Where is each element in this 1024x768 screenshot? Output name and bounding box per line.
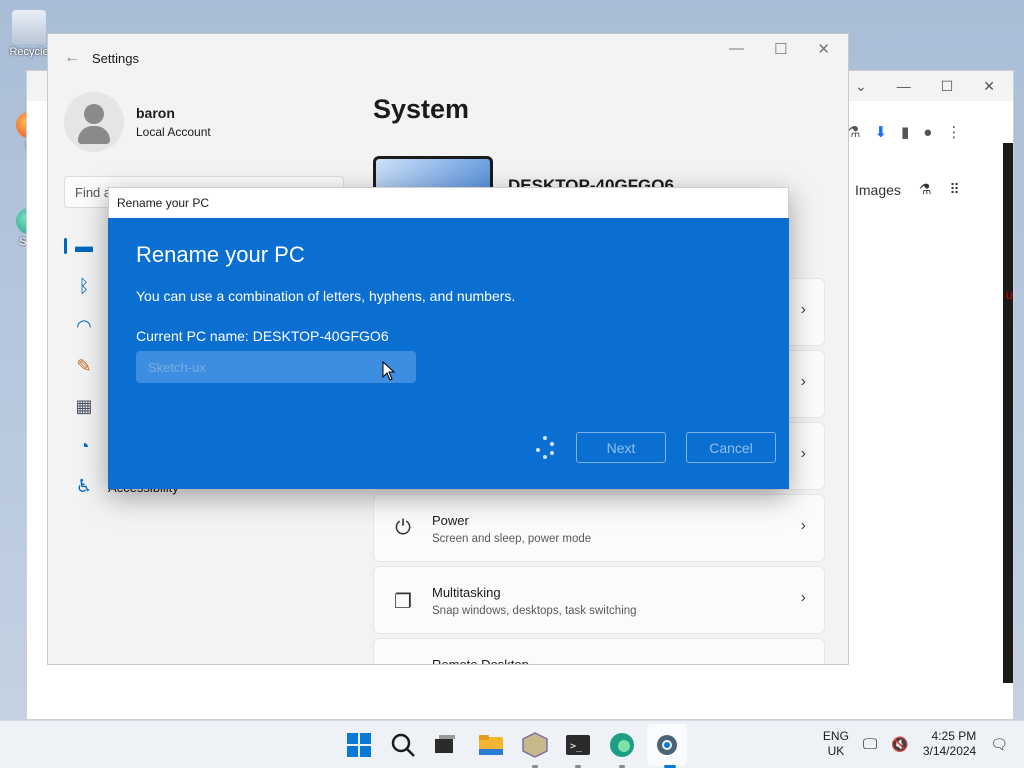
multitasking-icon: ❐: [394, 591, 412, 613]
file-explorer-icon[interactable]: [477, 731, 505, 759]
download-icon[interactable]: ⬇: [874, 123, 887, 141]
settings-card-remote-desktop[interactable]: ‹ Remote Desktop: [373, 638, 825, 665]
chevron-right-icon: ›: [800, 589, 806, 606]
settings-card-multitasking[interactable]: ❐ Multitasking Snap windows, desktops, t…: [373, 566, 825, 634]
card-title: Power: [432, 513, 469, 528]
card-subtitle: Screen and sleep, power mode: [432, 533, 592, 545]
language-indicator[interactable]: ENG UK: [823, 729, 849, 759]
remote-desktop-icon: ‹: [392, 657, 414, 664]
browser-red-fragment: u: [1005, 287, 1013, 302]
nav-selection-indicator: [64, 238, 67, 254]
close-icon[interactable]: ✕: [983, 78, 995, 95]
edge-browser-icon[interactable]: [608, 731, 636, 759]
system-tray: ENG UK 🖵 🔇 4:25 PM 3/14/2024 🗨: [823, 729, 1008, 759]
browser-toolbar: ⚗ ⬇ ▮ ● ⋮: [847, 123, 961, 142]
chevron-right-icon: ›: [800, 517, 806, 534]
browser-links: Images ⚗ ⠿: [855, 181, 960, 198]
apps-icon[interactable]: ▦: [72, 396, 96, 417]
chevron-down-icon[interactable]: ⌄: [855, 78, 867, 95]
back-arrow-icon[interactable]: ←: [64, 49, 92, 67]
chevron-right-icon: ›: [800, 445, 806, 462]
labs-icon[interactable]: ⚗: [919, 181, 932, 198]
power-icon: ⏻: [395, 517, 411, 539]
accessibility-icon[interactable]: ♿: [72, 476, 96, 497]
page-title: System: [373, 94, 470, 124]
maximize-icon[interactable]: ☐: [941, 78, 954, 95]
clock[interactable]: 4:25 PM 3/14/2024: [923, 729, 976, 759]
card-title: Remote Desktop: [432, 657, 529, 665]
settings-window-controls: — ☐ ✕: [729, 40, 830, 58]
minimize-icon[interactable]: —: [897, 78, 911, 94]
close-icon[interactable]: ✕: [817, 40, 830, 58]
new-pc-name-input[interactable]: [136, 351, 416, 383]
current-pc-name: Current PC name: DESKTOP-40GFGO6: [136, 328, 389, 344]
dialog-heading: Rename your PC: [136, 242, 305, 267]
avatar: [64, 92, 124, 152]
desktop-icon-label: Recycle: [9, 46, 49, 58]
apps-grid-icon[interactable]: ⠿: [949, 181, 959, 198]
next-button[interactable]: Next: [576, 432, 666, 463]
clock-date: 3/14/2024: [922, 744, 977, 758]
svg-text:>_: >_: [570, 741, 583, 752]
sidebar-icon[interactable]: ▮: [901, 123, 909, 141]
taskbar: >_ ENG UK 🖵 🔇 4:25 PM 3/14/2024 🗨: [0, 720, 1024, 768]
personalization-brush-icon[interactable]: ✎: [72, 356, 96, 377]
virtualbox-icon[interactable]: [521, 731, 549, 759]
maximize-icon[interactable]: ☐: [774, 40, 787, 58]
notifications-icon[interactable]: 🗨: [990, 736, 1008, 753]
cancel-button[interactable]: Cancel: [686, 432, 776, 463]
wifi-icon[interactable]: ◠: [72, 316, 96, 337]
task-view-icon[interactable]: [431, 731, 459, 759]
settings-gear-icon[interactable]: [653, 731, 681, 759]
dialog-titlebar: Rename your PC: [108, 187, 789, 218]
settings-card-power[interactable]: ⏻ Power Screen and sleep, power mode ›: [373, 494, 825, 562]
card-subtitle: Snap windows, desktops, task switching: [432, 605, 637, 617]
images-link[interactable]: Images: [855, 182, 901, 198]
accounts-time-icon[interactable]: ◔: [72, 436, 96, 457]
dialog-body: Rename your PC You can use a combination…: [108, 218, 789, 489]
card-title: Multitasking: [432, 585, 501, 600]
chevron-right-icon: ›: [800, 373, 806, 390]
clock-time: 4:25 PM: [931, 729, 977, 743]
dialog-description: You can use a combination of letters, hy…: [136, 288, 516, 304]
extension-icon[interactable]: ⚗: [847, 123, 860, 141]
bluetooth-icon[interactable]: ᛒ: [72, 276, 96, 297]
start-windows-icon[interactable]: [345, 731, 373, 759]
profile-icon[interactable]: ●: [923, 124, 932, 141]
search-icon[interactable]: [389, 731, 417, 759]
user-profile[interactable]: baron Local Account: [64, 92, 211, 152]
system-icon[interactable]: ▬: [72, 236, 96, 257]
chevron-right-icon: ›: [800, 301, 806, 318]
account-type: Local Account: [136, 125, 211, 139]
recycle-bin-icon: [12, 10, 46, 44]
terminal-icon[interactable]: >_: [564, 731, 592, 759]
loading-spinner-icon: [534, 436, 556, 459]
rename-pc-dialog[interactable]: Rename your PC Rename your PC You can us…: [108, 187, 789, 489]
volume-muted-icon[interactable]: 🔇: [891, 736, 908, 753]
menu-icon[interactable]: ⋮: [946, 123, 961, 141]
network-icon[interactable]: 🖵: [863, 736, 877, 753]
mouse-cursor-icon: [382, 361, 396, 381]
browser-content-strip: [1003, 143, 1013, 683]
minimize-icon[interactable]: —: [729, 40, 744, 58]
desktop-icon-recycle-bin[interactable]: Recycle: [6, 10, 52, 58]
settings-title: Settings: [92, 50, 139, 66]
user-name: baron: [136, 105, 175, 121]
